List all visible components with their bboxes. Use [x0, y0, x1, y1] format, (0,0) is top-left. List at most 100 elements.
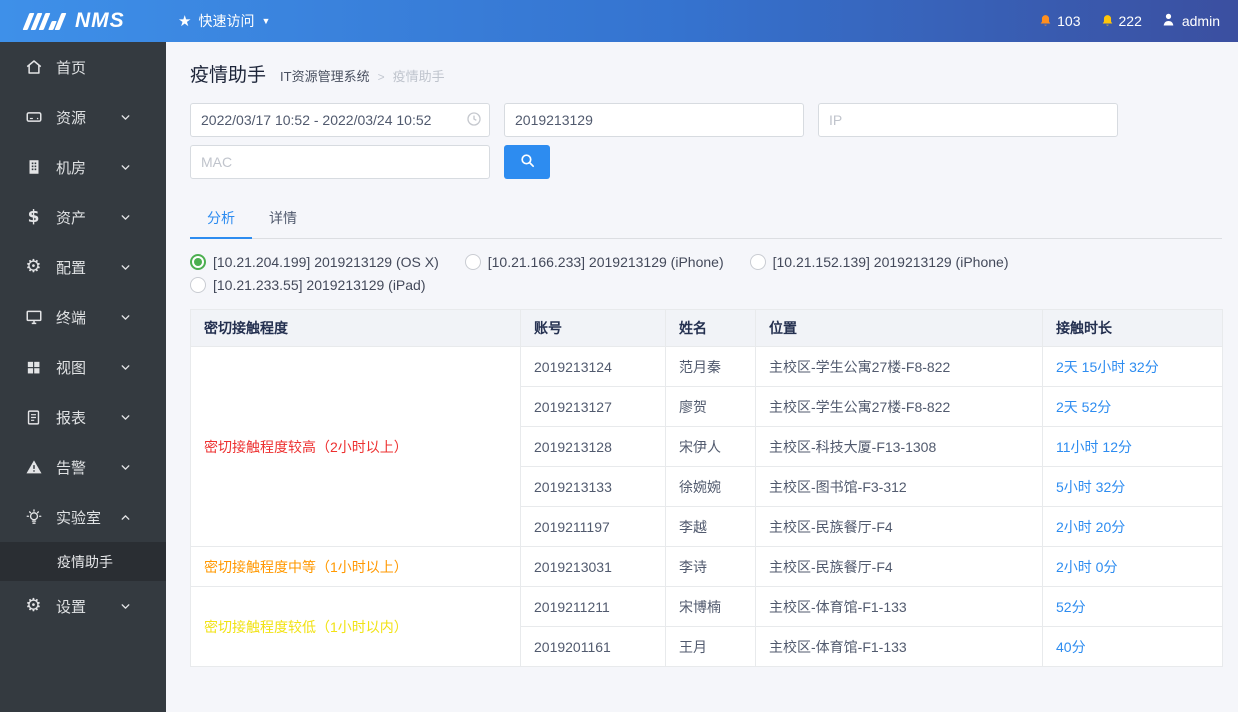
- mac-field: [190, 145, 490, 179]
- sidebar-item-config[interactable]: ⚙ 配置: [0, 242, 166, 292]
- column-header: 位置: [755, 309, 1043, 347]
- sidebar-item-terminal[interactable]: 终端: [0, 292, 166, 342]
- monitor-icon: [24, 308, 43, 327]
- contact-level-cell: 密切接触程度较低（1小时以内）: [190, 586, 521, 667]
- contact-table: 密切接触程度 账号 姓名 位置 接触时长 密切接触程度较高（2小时以上） 20192131…: [190, 309, 1223, 667]
- topbar: NMS ★ 快速访问 ▼ 103 222 admin: [0, 0, 1238, 42]
- tab-analysis[interactable]: 分析: [190, 199, 252, 239]
- name-cell: 范月秦: [665, 346, 756, 387]
- location-cell: 主校区-民族餐厅-F4: [755, 506, 1043, 547]
- alert-count: 103: [1057, 13, 1081, 29]
- account-cell: 2019213031: [520, 546, 666, 587]
- alert-badge-1[interactable]: 103: [1037, 13, 1081, 30]
- name-cell: 李诗: [665, 546, 756, 587]
- logo-icon: [22, 12, 67, 30]
- sidebar-item-alerts[interactable]: 告警: [0, 442, 166, 492]
- radio-icon: [190, 254, 206, 270]
- account-cell: 2019213128: [520, 426, 666, 467]
- sidebar-item-label: 机房: [56, 159, 87, 177]
- search-button[interactable]: [504, 145, 550, 179]
- chevron-down-icon: [116, 458, 135, 477]
- tab-detail[interactable]: 详情: [252, 199, 314, 239]
- search-area: [190, 103, 1140, 179]
- chevron-down-icon: [116, 408, 135, 427]
- report-icon: [24, 408, 43, 427]
- radio-icon: [749, 254, 766, 270]
- sidebar-item-reports[interactable]: 报表: [0, 392, 166, 442]
- location-cell: 主校区-学生公寓27楼-F8-822: [755, 386, 1043, 427]
- chevron-down-icon: [116, 108, 135, 127]
- main-content: 疫情助手 IT资源管理系统 > 疫情助手 2022/03/17 10:52 - …: [166, 42, 1238, 712]
- account-input[interactable]: [504, 103, 804, 137]
- location-cell: 主校区-体育馆-F1-133: [755, 586, 1043, 627]
- sidebar-item-server-room[interactable]: 机房: [0, 142, 166, 192]
- clock-icon: [466, 111, 482, 132]
- column-header: 密切接触程度: [190, 309, 521, 347]
- location-cell: 主校区-体育馆-F1-133: [755, 626, 1043, 667]
- sidebar-item-label: 视图: [56, 359, 87, 377]
- logo[interactable]: NMS: [0, 9, 166, 33]
- name-cell: 廖贺: [665, 386, 756, 427]
- account-cell: 2019201161: [520, 626, 666, 667]
- duration-cell[interactable]: 11小时 12分: [1042, 426, 1223, 467]
- mac-input[interactable]: [190, 145, 490, 179]
- alert-badge-2[interactable]: 222: [1099, 13, 1142, 30]
- star-icon: ★: [178, 12, 192, 30]
- device-radio[interactable]: [10.21.152.139] 2019213129 (iPhone): [749, 254, 1009, 270]
- duration-cell[interactable]: 40分: [1042, 626, 1223, 667]
- sidebar-item-label: 终端: [56, 309, 87, 327]
- sidebar-nav: 首页 资源 机房 $ 资产 ⚙ 配置 终端 视图 报表 告警 实验室 疫情助手 ⚙ 设置: [0, 42, 166, 631]
- gear-icon: ⚙: [25, 595, 42, 616]
- table-header-row: 密切接触程度 账号 姓名 位置 接触时长: [190, 309, 1223, 347]
- breadcrumb-current: 疫情助手: [392, 69, 445, 84]
- search-icon: [519, 152, 536, 172]
- sidebar-item-home[interactable]: 首页: [0, 42, 166, 92]
- device-radio[interactable]: [10.21.204.199] 2019213129 (OS X): [190, 254, 439, 270]
- bell-icon: [1037, 13, 1054, 30]
- sidebar-item-label: 配置: [56, 259, 87, 277]
- device-radio-label: [10.21.204.199] 2019213129 (OS X): [213, 254, 439, 270]
- user-menu[interactable]: admin: [1160, 11, 1220, 31]
- ip-input[interactable]: [818, 103, 1118, 137]
- sidebar-item-resources[interactable]: 资源: [0, 92, 166, 142]
- user-name: admin: [1181, 13, 1220, 29]
- grid-icon: [24, 358, 43, 377]
- radio-icon: [464, 254, 481, 270]
- duration-cell[interactable]: 52分: [1042, 586, 1223, 627]
- account-cell: 2019211211: [520, 586, 666, 627]
- duration-cell[interactable]: 2小时 20分: [1042, 506, 1223, 547]
- name-cell: 徐婉婉: [665, 466, 756, 507]
- sidebar-item-assets[interactable]: $ 资产: [0, 192, 166, 242]
- chevron-down-icon: ▼: [261, 16, 271, 26]
- device-radio[interactable]: [10.21.166.233] 2019213129 (iPhone): [464, 254, 724, 270]
- chevron-down-icon: [116, 158, 135, 177]
- sidebar-item-lab[interactable]: 实验室: [0, 492, 166, 542]
- duration-cell[interactable]: 2天 15小时 32分: [1042, 346, 1223, 387]
- sidebar-item-views[interactable]: 视图: [0, 342, 166, 392]
- duration-cell[interactable]: 2天 52分: [1042, 386, 1223, 427]
- device-radio-label: [10.21.152.139] 2019213129 (iPhone): [772, 254, 1009, 270]
- sidebar-item-settings[interactable]: ⚙ 设置: [0, 581, 166, 631]
- breadcrumb-root[interactable]: IT资源管理系统: [280, 66, 370, 85]
- account-field: [504, 103, 804, 137]
- quick-access-menu[interactable]: ★ 快速访问 ▼: [166, 0, 282, 42]
- chevron-down-icon: [116, 358, 135, 377]
- name-cell: 王月: [665, 626, 756, 667]
- column-header: 姓名: [665, 309, 756, 347]
- warning-icon: [24, 458, 43, 477]
- chevron-up-icon: [116, 508, 135, 527]
- building-icon: [24, 158, 43, 177]
- device-radio[interactable]: [10.21.233.55] 2019213129 (iPad): [190, 277, 426, 293]
- topbar-alerts: 103 222 admin: [1037, 11, 1238, 31]
- duration-cell[interactable]: 2小时 0分: [1042, 546, 1223, 587]
- bell-icon: [1099, 13, 1116, 30]
- column-header: 接触时长: [1042, 309, 1223, 347]
- account-cell: 2019213124: [520, 346, 666, 387]
- duration-cell[interactable]: 5小时 32分: [1042, 466, 1223, 507]
- sidebar-subitem-epidemic-assistant[interactable]: 疫情助手: [0, 542, 166, 581]
- contact-level-cell: 密切接触程度中等（1小时以上）: [190, 546, 521, 587]
- home-icon: [24, 58, 43, 77]
- date-range-input[interactable]: [190, 103, 490, 137]
- drive-icon: [24, 108, 43, 127]
- quick-access-label: 快速访问: [198, 13, 255, 29]
